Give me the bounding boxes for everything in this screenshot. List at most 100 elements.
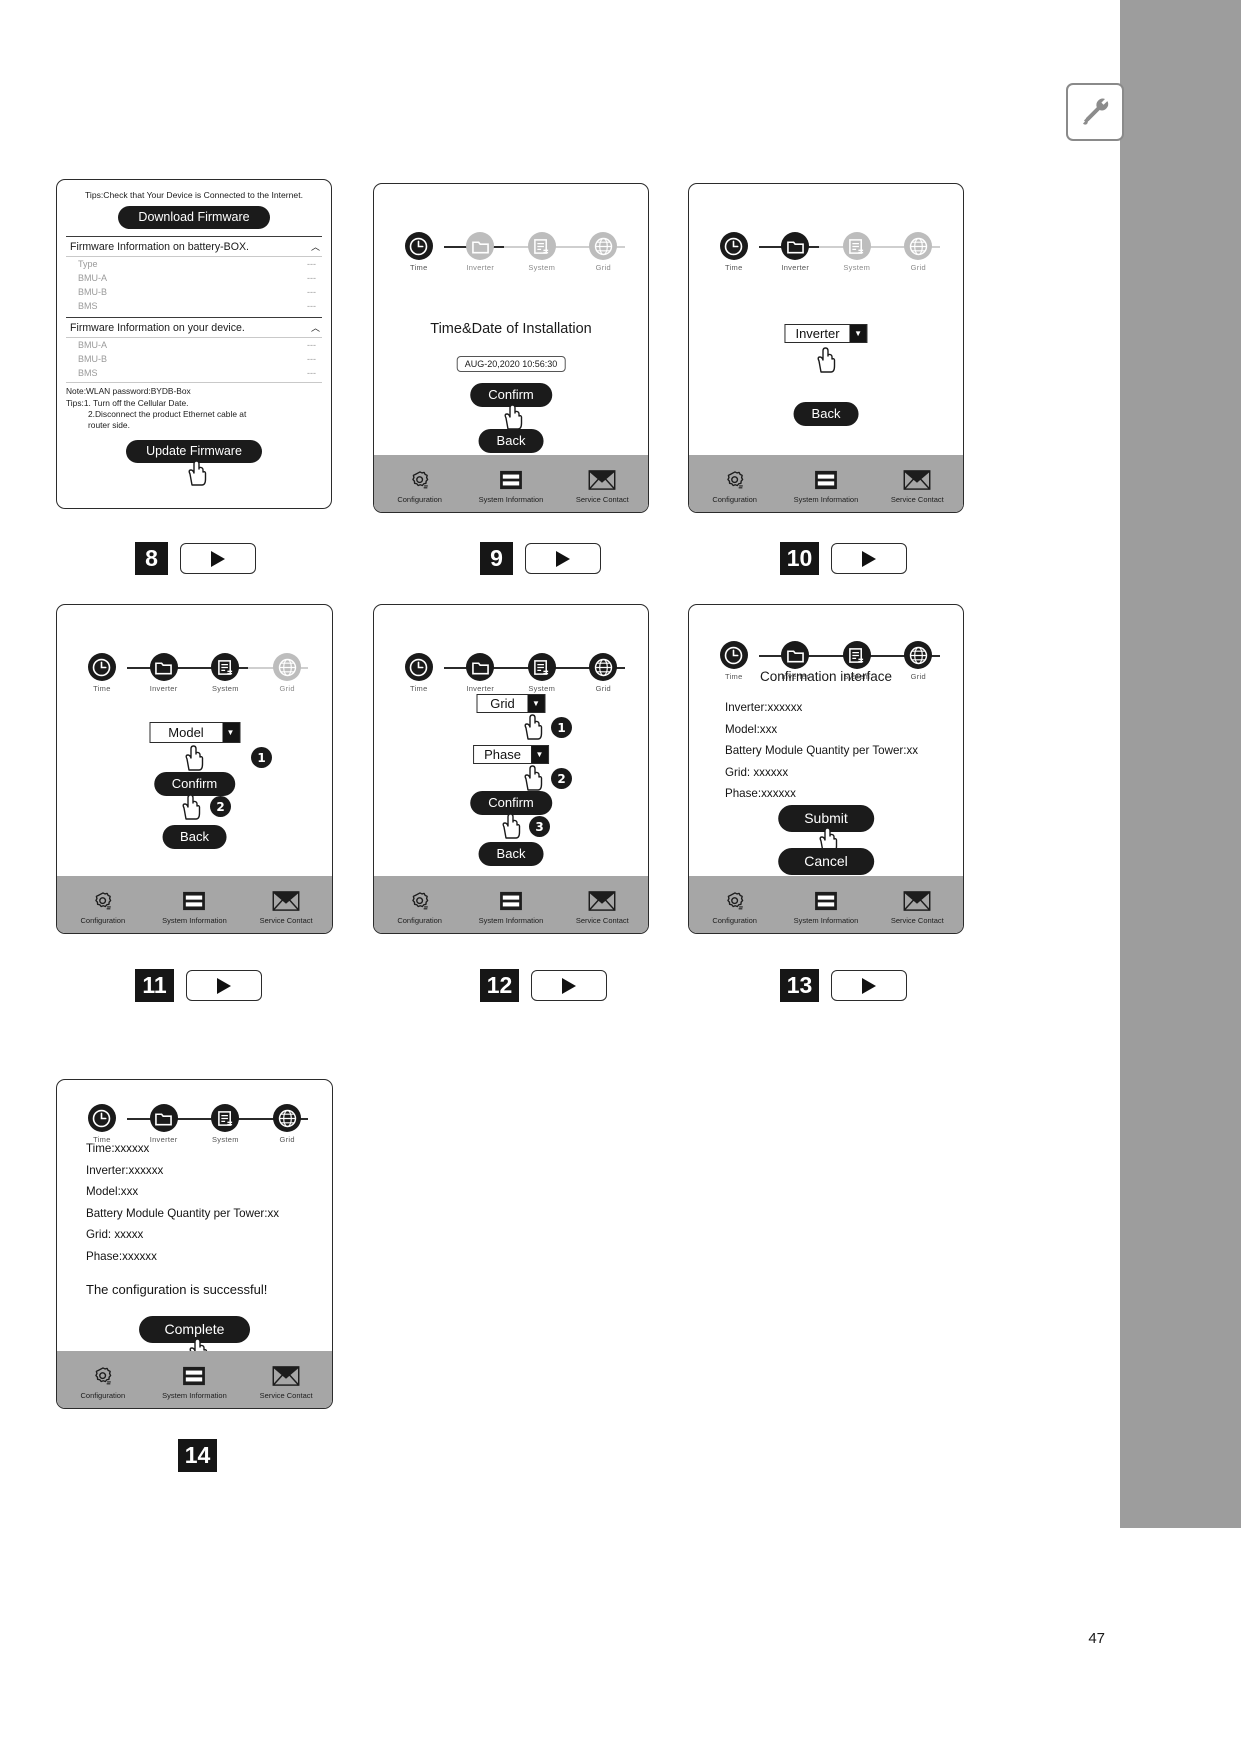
wlan-password-note: Note:WLAN password:BYDB-Box bbox=[66, 386, 191, 397]
wizard-step-time: Time bbox=[391, 232, 447, 272]
wizard-step-inverter: Inverter bbox=[767, 232, 823, 272]
hand-cursor-icon bbox=[502, 404, 524, 430]
nav-service-contact[interactable]: Service Contact bbox=[872, 888, 962, 925]
wizard-step-label: Time bbox=[409, 263, 428, 272]
folder-icon bbox=[149, 653, 178, 681]
summary-line: Battery Module Quantity per Tower:xx bbox=[86, 1206, 280, 1220]
nav-service-contact[interactable]: Service Contact bbox=[241, 888, 332, 925]
cancel-button[interactable]: Cancel bbox=[778, 848, 874, 875]
nav-system-information[interactable]: System Information bbox=[781, 467, 871, 504]
hand-cursor-icon bbox=[522, 765, 544, 791]
grid-dropdown-value: Grid bbox=[490, 696, 515, 711]
nav-configuration[interactable]: Configuration bbox=[57, 1363, 148, 1400]
section-your-device[interactable]: Firmware Information on your device. ︿ bbox=[66, 318, 322, 337]
wizard-stepper: Time Inverter System Grid bbox=[374, 232, 648, 272]
chevron-up-icon: ︿ bbox=[310, 242, 320, 253]
wizard-step-label: Inverter bbox=[466, 263, 495, 272]
folder-icon bbox=[466, 232, 495, 260]
next-arrow-button[interactable] bbox=[831, 543, 907, 574]
nav-label: Service Contact bbox=[890, 916, 944, 925]
row-value: --- bbox=[307, 301, 316, 312]
nav-label: System Information bbox=[478, 916, 544, 925]
confirm-button[interactable]: Confirm bbox=[153, 772, 236, 796]
hand-cursor-icon bbox=[500, 813, 522, 839]
back-button[interactable]: Back bbox=[478, 429, 544, 453]
nav-label: System Information bbox=[162, 1391, 227, 1400]
next-arrow-button[interactable] bbox=[531, 970, 607, 1001]
nav-service-contact[interactable]: Service Contact bbox=[241, 1363, 332, 1400]
nav-system-information[interactable]: System Information bbox=[149, 888, 240, 925]
wizard-step-label: System bbox=[211, 684, 239, 693]
system-transfer-icon bbox=[527, 653, 556, 681]
next-arrow-button[interactable] bbox=[525, 543, 601, 574]
screen-firmware-update: Tips:Check that Your Device is Connected… bbox=[56, 179, 332, 509]
page-margin-bar bbox=[1120, 0, 1241, 1528]
back-button[interactable]: Back bbox=[793, 402, 859, 426]
section-battery-box[interactable]: Firmware Information on battery-BOX. ︿ bbox=[66, 237, 322, 256]
installation-datetime-field[interactable]: AUG-20,2020 10:56:30 bbox=[456, 356, 566, 372]
wizard-stepper: Time Inverter System Grid bbox=[57, 653, 332, 693]
nav-configuration[interactable]: Configuration bbox=[689, 888, 779, 925]
nav-service-contact[interactable]: Service Contact bbox=[872, 467, 962, 504]
confirm-button[interactable]: Confirm bbox=[470, 791, 552, 815]
marker-3: 3 bbox=[529, 816, 550, 837]
folder-icon bbox=[466, 653, 495, 681]
globe-icon bbox=[273, 653, 302, 681]
wizard-stepper: Time Inverter System Grid bbox=[374, 653, 648, 693]
wizard-step-label: Inverter bbox=[466, 684, 495, 693]
wizard-step-grid: Grid bbox=[259, 653, 315, 693]
next-arrow-button[interactable] bbox=[831, 970, 907, 1001]
summary-line: Battery Module Quantity per Tower:xx bbox=[725, 744, 919, 757]
next-arrow-button[interactable] bbox=[186, 970, 262, 1001]
wizard-step-grid: Grid bbox=[575, 232, 631, 272]
wizard-step-system: System bbox=[829, 232, 885, 272]
back-button[interactable]: Back bbox=[478, 842, 544, 866]
step-marker-13: 13 bbox=[780, 969, 907, 1002]
marker-2: 2 bbox=[551, 768, 572, 789]
wizard-step-label: System bbox=[528, 684, 556, 693]
wizard-step-label: System bbox=[843, 263, 871, 272]
hand-cursor-icon bbox=[522, 714, 544, 740]
nav-service-contact[interactable]: Service Contact bbox=[557, 467, 647, 504]
grid-dropdown[interactable]: Grid ▼ bbox=[476, 694, 546, 713]
inverter-dropdown[interactable]: Inverter ▼ bbox=[784, 324, 868, 343]
nav-system-information[interactable]: System Information bbox=[149, 1363, 240, 1400]
screen-grid-phase-select: Time Inverter System Grid Grid ▼ 1 Phase… bbox=[373, 604, 649, 934]
nav-configuration[interactable]: Configuration bbox=[689, 467, 779, 504]
row-value: --- bbox=[307, 273, 316, 284]
nav-label: Configuration bbox=[397, 916, 442, 925]
phase-dropdown[interactable]: Phase ▼ bbox=[473, 745, 549, 764]
nav-configuration[interactable]: Configuration bbox=[374, 888, 464, 925]
step-marker-12: 12 bbox=[480, 969, 607, 1002]
step-marker-10: 10 bbox=[780, 542, 907, 575]
row-label: Type bbox=[78, 259, 98, 270]
bottom-nav: Configuration System Information Service… bbox=[689, 455, 963, 512]
nav-configuration[interactable]: Configuration bbox=[374, 467, 464, 504]
nav-configuration[interactable]: Configuration bbox=[57, 888, 148, 925]
next-arrow-button[interactable] bbox=[180, 543, 256, 574]
wizard-step-inverter: Inverter bbox=[136, 653, 192, 693]
back-button[interactable]: Back bbox=[162, 825, 227, 849]
summary-line: Grid: xxxxx bbox=[86, 1228, 144, 1241]
wizard-step-label: Grid bbox=[595, 684, 611, 693]
nav-system-information[interactable]: System Information bbox=[466, 467, 556, 504]
nav-system-information[interactable]: System Information bbox=[466, 888, 556, 925]
wizard-stepper: Time Inverter System Grid bbox=[689, 232, 963, 272]
download-firmware-button[interactable]: Download Firmware bbox=[118, 205, 270, 229]
model-dropdown-value: Model bbox=[168, 725, 204, 740]
step-number: 10 bbox=[780, 542, 819, 575]
row-value: --- bbox=[307, 287, 316, 298]
page-title: Time&Date of Installation bbox=[430, 321, 592, 337]
play-arrow-icon bbox=[562, 977, 576, 994]
wizard-step-system: System bbox=[514, 653, 570, 693]
hand-cursor-icon bbox=[180, 794, 202, 820]
list-icon bbox=[149, 1363, 240, 1389]
gear-icon bbox=[374, 467, 464, 493]
summary-line: Inverter:xxxxxx bbox=[725, 701, 803, 714]
step-number: 9 bbox=[480, 542, 513, 575]
nav-service-contact[interactable]: Service Contact bbox=[557, 888, 647, 925]
model-dropdown[interactable]: Model ▼ bbox=[149, 722, 240, 743]
nav-system-information[interactable]: System Information bbox=[781, 888, 871, 925]
wizard-step-grid: Grid bbox=[575, 653, 631, 693]
inverter-dropdown-value: Inverter bbox=[795, 326, 840, 341]
